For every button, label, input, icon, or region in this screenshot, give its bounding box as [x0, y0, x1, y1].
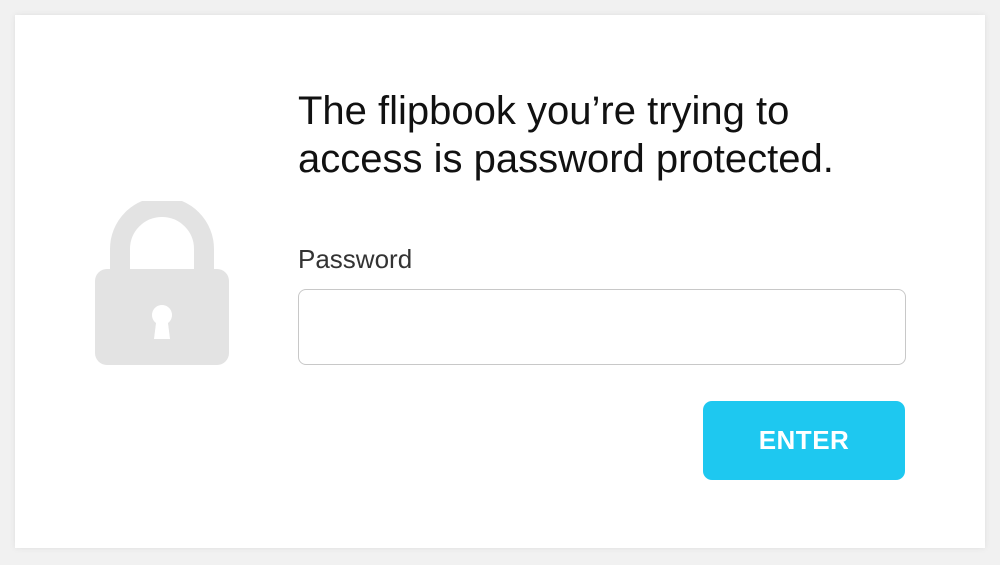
enter-button[interactable]: ENTER	[703, 401, 905, 480]
lock-icon	[95, 201, 229, 365]
password-input[interactable]	[298, 289, 906, 365]
dialog-title: The flipbook you’re trying to access is …	[298, 89, 834, 181]
password-label: Password	[298, 244, 413, 274]
password-dialog: The flipbook you’re trying to access is …	[15, 15, 985, 548]
